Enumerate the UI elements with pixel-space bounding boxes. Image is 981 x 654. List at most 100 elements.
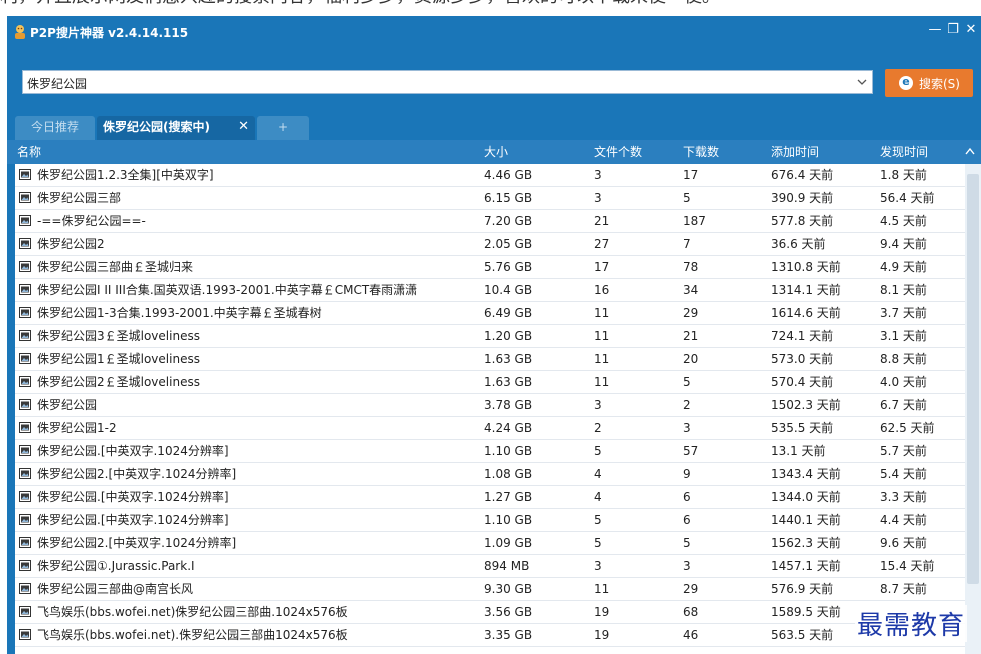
film-file-icon [19, 560, 31, 571]
cell-name: 侏罗纪公园3￡圣城loveliness [37, 329, 200, 343]
cell-downloads: 46 [683, 628, 699, 642]
table-row[interactable]: 侏罗纪公园.[中英双字.1024分辨率] 1.10 GB 5 6 1440.1 天前 4.… [15, 509, 965, 532]
tab-bar: 今日推荐 侏罗纪公园(搜索中) ✕ + [7, 116, 981, 140]
cell-downloads: 3 [683, 421, 691, 435]
cell-file-count: 21 [594, 214, 610, 228]
cell-size: 6.15 GB [484, 191, 533, 205]
cell-found-time: 3.7 天前 [880, 306, 927, 320]
cell-name: 侏罗纪公园1￡圣城loveliness [37, 352, 200, 366]
film-file-icon [19, 468, 31, 479]
watermark-text: 最需教育 [855, 605, 968, 642]
column-header-file-count[interactable]: 文件个数 [594, 140, 642, 164]
table-row[interactable]: 侏罗纪公园.[中英双字.1024分辨率] 1.27 GB 4 6 1344.0 天前 3.… [15, 486, 965, 509]
cell-downloads: 9 [683, 467, 691, 481]
cell-added-time: 1502.3 天前 [771, 398, 841, 412]
cell-found-time: 8.7 天前 [880, 582, 927, 596]
table-row[interactable]: 飞鸟娱乐(bbs.wofei.net).侏罗纪公园三部曲1024x576板 3.3… [15, 624, 965, 647]
column-header-found-time[interactable]: 发现时间 [880, 140, 928, 164]
table-row[interactable]: 侏罗纪公园2.[中英双字.1024分辨率] 1.09 GB 5 5 1562.3 天前 9… [15, 532, 965, 555]
table-row[interactable]: 侏罗纪公园1-2 4.24 GB 2 3 535.5 天前 62.5 天前 [15, 417, 965, 440]
cell-size: 9.30 GB [484, 582, 533, 596]
table-row[interactable]: 侏罗纪公园1-3合集.1993-2001.中英字幕￡圣城春树 6.49 GB 11 2… [15, 302, 965, 325]
cell-downloads: 7 [683, 237, 691, 251]
table-row[interactable]: -==侏罗纪公园==- 7.20 GB 21 187 577.8 天前 4.5 天前 [15, 210, 965, 233]
column-header-added-time[interactable]: 添加时间 [771, 140, 819, 164]
column-header-downloads[interactable]: 下载数 [683, 140, 719, 164]
table-row[interactable]: 侏罗纪公园1.2.3全集][中英双字] 4.46 GB 3 17 676.4 天前 1.8… [15, 164, 965, 187]
cell-added-time: 36.6 天前 [771, 237, 826, 251]
cell-downloads: 68 [683, 605, 699, 619]
scrollbar-thumb[interactable] [967, 174, 979, 584]
cell-name: 侏罗纪公园1-2 [37, 421, 117, 435]
table-row[interactable]: 侏罗纪公园2.[中英双字.1024分辨率] 1.08 GB 4 9 1343.4 天前 5… [15, 463, 965, 486]
cell-found-time: 9.6 天前 [880, 536, 927, 550]
table-row[interactable]: 侏罗纪公园三部 6.15 GB 3 5 390.9 天前 56.4 天前 [15, 187, 965, 210]
cell-found-time: 62.5 天前 [880, 421, 935, 435]
cell-downloads: 78 [683, 260, 699, 274]
vertical-scrollbar[interactable] [965, 164, 981, 654]
table-row[interactable]: 侏罗纪公园三部曲￡圣城归来 5.76 GB 17 78 1310.8 天前 4.9 天前 [15, 256, 965, 279]
table-row[interactable]: 侏罗纪公园 3.78 GB 3 2 1502.3 天前 6.7 天前 [15, 394, 965, 417]
cell-found-time: 3.3 天前 [880, 490, 927, 504]
cell-size: 10.4 GB [484, 283, 533, 297]
cell-name: 飞鸟娱乐(bbs.wofei.net)侏罗纪公园三部曲.1024x576板 [37, 605, 348, 619]
table-row[interactable]: 侏罗纪公园I II III合集.国英双语.1993-2001.中英字幕￡CMCT… [15, 279, 965, 302]
table-row[interactable]: 侏罗纪公园1￡圣城loveliness 1.63 GB 11 20 573.0 天前 8.… [15, 348, 965, 371]
app-logo-icon [15, 25, 25, 39]
film-file-icon [19, 284, 31, 295]
film-file-icon [19, 606, 31, 617]
cell-name: 侏罗纪公园三部曲￡圣城归来 [37, 260, 194, 274]
cell-file-count: 19 [594, 605, 610, 619]
cell-file-count: 5 [594, 536, 602, 550]
cell-found-time: 15.4 天前 [880, 559, 935, 573]
search-button[interactable]: e 搜索(S) [885, 69, 973, 97]
search-combobox[interactable]: 侏罗纪公园 [22, 70, 873, 94]
cell-added-time: 1614.6 天前 [771, 306, 841, 320]
table-row[interactable]: 侏罗纪公园2 2.05 GB 27 7 36.6 天前 9.4 天前 [15, 233, 965, 256]
film-file-icon [19, 376, 31, 387]
cell-file-count: 5 [594, 444, 602, 458]
column-header-size[interactable]: 大小 [484, 140, 508, 164]
close-button[interactable]: ✕ [963, 22, 979, 38]
cell-file-count: 4 [594, 490, 602, 504]
restore-button[interactable]: ❐ [945, 22, 961, 38]
chevron-down-icon[interactable] [854, 73, 870, 91]
table-row[interactable]: 侏罗纪公园3￡圣城loveliness 1.20 GB 11 21 724.1 天前 3.… [15, 325, 965, 348]
cell-size: 1.20 GB [484, 329, 533, 343]
search-input-value[interactable]: 侏罗纪公园 [27, 75, 87, 92]
cell-name: 侏罗纪公园1.2.3全集][中英双字] [37, 168, 214, 182]
title-bar[interactable]: P2P搜片神器 v2.4.14.115 — ❐ ✕ [7, 16, 981, 48]
tab-close-icon[interactable]: ✕ [238, 116, 249, 138]
cell-name: 侏罗纪公园2 [37, 237, 105, 251]
table-row[interactable]: 侏罗纪公园2￡圣城loveliness 1.63 GB 11 5 570.4 天前 4.0… [15, 371, 965, 394]
cell-name: -==侏罗纪公园==- [37, 214, 146, 228]
table-row[interactable]: 侏罗纪公园.[中英双字.1024分辨率] 1.10 GB 5 57 13.1 天前 5.7… [15, 440, 965, 463]
cell-added-time: 1344.0 天前 [771, 490, 841, 504]
table-row[interactable]: 侏罗纪公园①.Jurassic.Park.Ⅰ 894 MB 3 3 1457.1 天前 1… [15, 555, 965, 578]
minimize-button[interactable]: — [927, 22, 943, 38]
cell-name: 侏罗纪公园.[中英双字.1024分辨率] [37, 444, 229, 458]
film-file-icon [19, 629, 31, 640]
table-row[interactable]: 飞鸟娱乐(bbs.wofei.net)侏罗纪公园三部曲.1024x576板 3.5… [15, 601, 965, 624]
cell-found-time: 9.4 天前 [880, 237, 927, 251]
table-row[interactable]: 侏罗纪公园三部曲@南宫长风 9.30 GB 11 29 576.9 天前 8.7 天前 [15, 578, 965, 601]
cell-file-count: 2 [594, 421, 602, 435]
cell-downloads: 5 [683, 536, 691, 550]
cell-added-time: 724.1 天前 [771, 329, 834, 343]
tab-today-recommend[interactable]: 今日推荐 [15, 116, 95, 140]
cell-found-time: 6.7 天前 [880, 398, 927, 412]
column-header-name[interactable]: 名称 [17, 140, 41, 164]
cell-name: 侏罗纪公园2.[中英双字.1024分辨率] [37, 467, 237, 481]
cell-added-time: 1314.1 天前 [771, 283, 841, 297]
cell-added-time: 1457.1 天前 [771, 559, 841, 573]
cell-file-count: 11 [594, 329, 610, 343]
cell-downloads: 34 [683, 283, 699, 297]
cell-size: 5.76 GB [484, 260, 533, 274]
add-tab-button[interactable]: + [257, 116, 309, 140]
cell-added-time: 1440.1 天前 [771, 513, 841, 527]
cell-name: 侏罗纪公园2.[中英双字.1024分辨率] [37, 536, 237, 550]
cell-file-count: 3 [594, 559, 602, 573]
tab-search-result[interactable]: 侏罗纪公园(搜索中) ✕ [97, 116, 255, 140]
film-file-icon [19, 169, 31, 180]
film-file-icon [19, 422, 31, 433]
